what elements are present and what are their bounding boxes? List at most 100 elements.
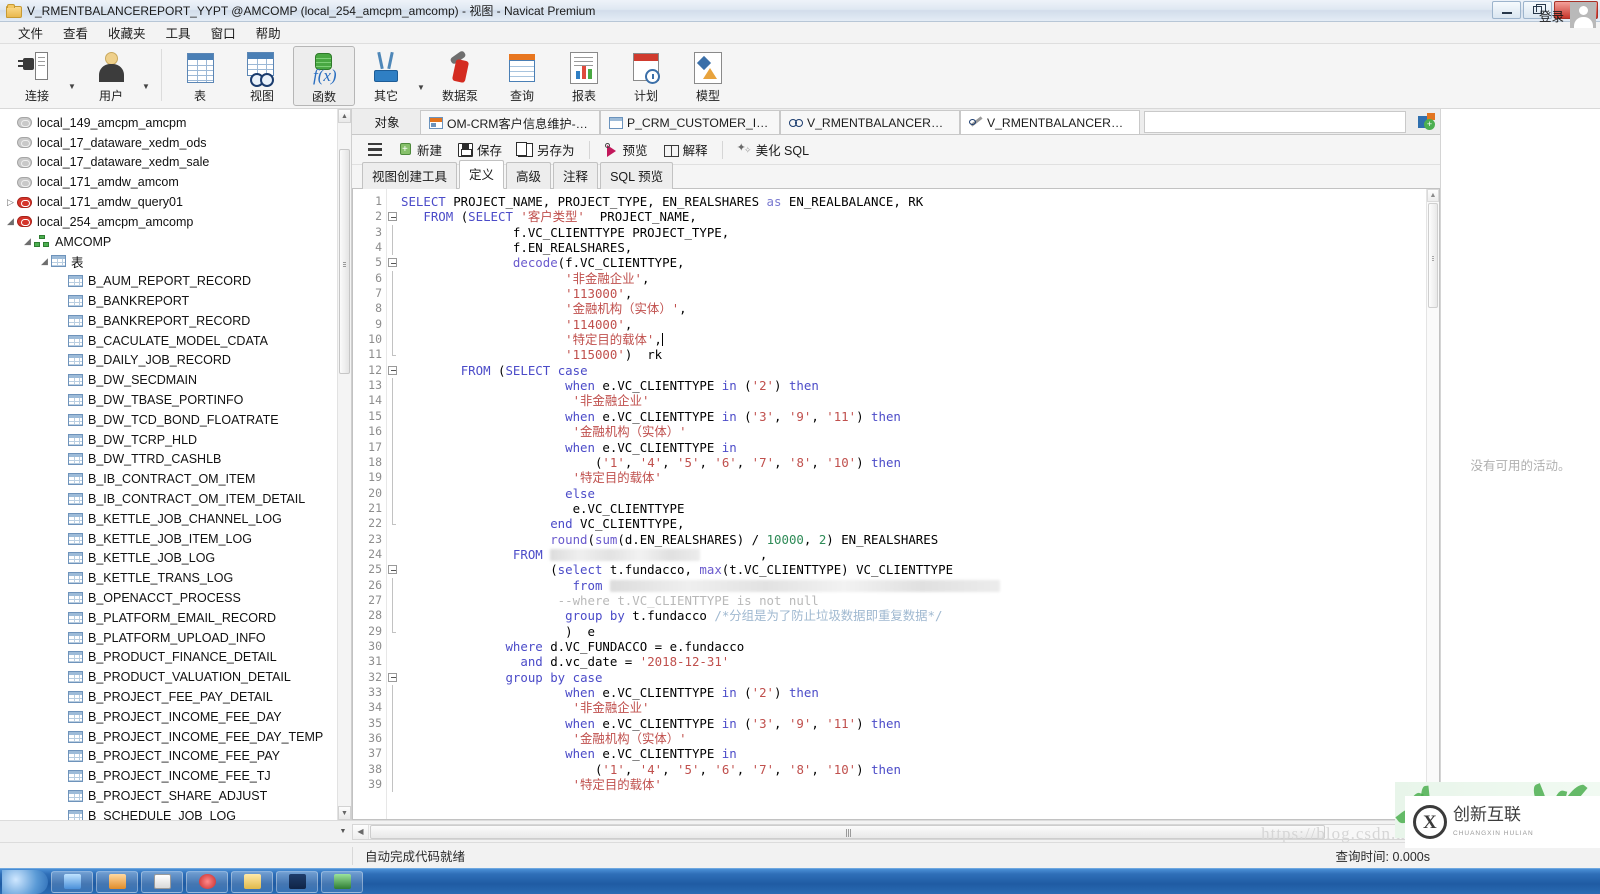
tree-item[interactable]: B_DAILY_JOB_RECORD [0,351,351,371]
tree-item[interactable]: B_PLATFORM_EMAIL_RECORD [0,608,351,628]
tab-definition[interactable]: 定义 [459,160,504,189]
hscroll-left-icon[interactable]: ◀ [353,825,369,839]
start-button[interactable] [2,870,48,894]
tree-item[interactable]: B_PROJECT_INCOME_FEE_PAY [0,747,351,767]
tree-item[interactable]: B_KETTLE_JOB_LOG [0,549,351,569]
avatar[interactable] [1570,2,1596,28]
tree-item[interactable]: B_PLATFORM_UPLOAD_INFO [0,628,351,648]
menu-tools[interactable]: 工具 [156,21,201,44]
tree-item[interactable]: B_OPENACCT_PROCESS [0,588,351,608]
explain-button[interactable]: 解释 [656,138,716,161]
toolbar-table-button[interactable]: 表 [169,46,231,104]
tab-view-builder[interactable]: 视图创建工具 [362,162,457,189]
taskbar-item[interactable] [96,871,138,893]
tree-item[interactable]: B_IB_CONTRACT_OM_ITEM_DETAIL [0,489,351,509]
toolbar-report-button[interactable]: 报表 [553,46,615,104]
taskbar-item[interactable] [321,871,363,893]
tree-item[interactable]: B_PROJECT_FEE_PAY_DETAIL [0,687,351,707]
tree-item[interactable]: B_DW_SECDMAIN [0,370,351,390]
doc-tab-view-rment[interactable]: V_RMENTBALANCEREPORT... [780,110,960,134]
code-fold-column[interactable] [387,189,401,819]
taskbar-item[interactable] [141,871,183,893]
toolbar-datapump-button[interactable]: 数据泵 [429,46,491,104]
expand-arrow-open-icon[interactable]: ◢ [4,216,17,227]
tab-comment[interactable]: 注释 [553,162,598,189]
beautify-sql-button[interactable]: 美化 SQL [729,138,818,161]
tree-item[interactable]: B_DW_TCRP_HLD [0,430,351,450]
editor-scroll-thumb[interactable] [1428,203,1438,308]
tree-item[interactable]: B_BANKREPORT [0,291,351,311]
tree-item[interactable]: local_149_amcpm_amcpm [0,113,351,133]
taskbar-item[interactable] [231,871,273,893]
tree-item[interactable]: local_17_dataware_xedm_ods [0,133,351,153]
fold-toggle-icon[interactable] [387,363,401,378]
toolbar-user-button[interactable]: 用户 [80,46,142,104]
new-tab-icon[interactable]: + [1410,109,1440,134]
toolbar-schedule-button[interactable]: 计划 [615,46,677,104]
doc-tab-view-rment-design[interactable]: V_RMENTBALANCEREPORT... [960,110,1140,134]
sql-editor[interactable]: 1234567891011121314151617181920212223242… [352,189,1440,820]
editor-scrollbar[interactable]: ▲ ▼ [1426,189,1439,819]
tree-scroll-thumb[interactable] [339,149,350,374]
editor-hscrollbar[interactable]: ◀ ▶ [352,824,1440,840]
minimize-button[interactable] [1492,1,1521,19]
expand-arrow-open-icon[interactable]: ◢ [38,256,51,267]
user-chevron-down-icon[interactable]: ▼ [142,82,154,91]
tree-item[interactable]: B_KETTLE_JOB_CHANNEL_LOG [0,509,351,529]
fold-toggle-icon[interactable] [387,562,401,577]
other-chevron-down-icon[interactable]: ▼ [417,83,429,92]
tree-item[interactable]: B_KETTLE_TRANS_LOG [0,568,351,588]
objects-tab[interactable]: 对象 [354,109,420,134]
toolbar-view-button[interactable]: 视图 [231,46,293,104]
taskbar-item[interactable] [276,871,318,893]
save-button[interactable]: 保存 [450,138,510,161]
taskbar-item[interactable] [186,871,228,893]
chevron-down-icon[interactable]: ▼ [337,826,349,838]
fold-toggle-icon[interactable] [387,255,401,270]
tree-item[interactable]: B_DW_TCD_BOND_FLOATRATE [0,410,351,430]
tree-scroll-down-icon[interactable]: ▼ [338,806,351,820]
hscroll-thumb[interactable] [370,825,1325,839]
expand-arrow-open-icon[interactable]: ◢ [21,236,34,247]
tree-scrollbar[interactable]: ▲ ▼ [337,109,351,820]
tree-item[interactable]: B_DW_TTRD_CASHLB [0,450,351,470]
tree-item[interactable]: local_171_amdw_amcom [0,172,351,192]
menu-help[interactable]: 帮助 [246,21,291,44]
tree-item[interactable]: B_PROJECT_INCOME_FEE_TJ [0,766,351,786]
menu-view[interactable]: 查看 [53,21,98,44]
login-area[interactable]: 登录 [1539,2,1596,28]
tree-item[interactable]: ◢local_254_amcpm_amcomp [0,212,351,232]
tree-item[interactable]: ◢AMCOMP [0,232,351,252]
tree-item[interactable]: B_SCHEDULE_JOB_LOG [0,806,351,820]
tab-sql-preview[interactable]: SQL 预览 [600,162,673,189]
tree-item[interactable]: B_PRODUCT_VALUATION_DETAIL [0,667,351,687]
new-button[interactable]: 新建 [390,138,450,161]
menu-window[interactable]: 窗口 [201,21,246,44]
fold-toggle-icon[interactable] [387,209,401,224]
preview-button[interactable]: 预览 [596,138,656,161]
tree-item[interactable]: B_KETTLE_JOB_ITEM_LOG [0,529,351,549]
tree-item[interactable]: B_PROJECT_INCOME_FEE_DAY_TEMP [0,727,351,747]
tree-item[interactable]: B_IB_CONTRACT_OM_ITEM [0,469,351,489]
save-as-button[interactable]: 另存为 [510,138,583,161]
taskbar-item[interactable] [51,871,93,893]
tree-item[interactable]: B_PROJECT_INCOME_FEE_DAY [0,707,351,727]
object-tree[interactable]: local_149_amcpm_amcpmlocal_17_dataware_x… [0,109,352,820]
editor-scroll-up-icon[interactable]: ▲ [1427,189,1439,202]
toolbar-query-button[interactable]: 查询 [491,46,553,104]
tree-scroll-up-icon[interactable]: ▲ [338,109,351,123]
fold-toggle-icon[interactable] [387,670,401,685]
sql-code-text[interactable]: SELECT PROJECT_NAME, PROJECT_TYPE, EN_RE… [401,189,1439,819]
tree-item[interactable]: B_AUM_REPORT_RECORD [0,271,351,291]
menu-file[interactable]: 文件 [8,21,53,44]
expand-arrow-closed-icon[interactable]: ▷ [4,197,17,208]
tree-item[interactable]: ◢表 [0,252,351,272]
toolbar-model-button[interactable]: 模型 [677,46,739,104]
toolbar-connection-button[interactable]: 连接 [6,46,68,104]
tree-item[interactable]: local_17_dataware_xedm_sale [0,153,351,173]
connection-chevron-down-icon[interactable]: ▼ [68,82,80,91]
tree-item[interactable]: B_DW_TBASE_PORTINFO [0,390,351,410]
tree-item[interactable]: B_PRODUCT_FINANCE_DETAIL [0,648,351,668]
tree-item[interactable]: B_PROJECT_SHARE_ADJUST [0,786,351,806]
toolbar-other-button[interactable]: 其它 [355,46,417,104]
